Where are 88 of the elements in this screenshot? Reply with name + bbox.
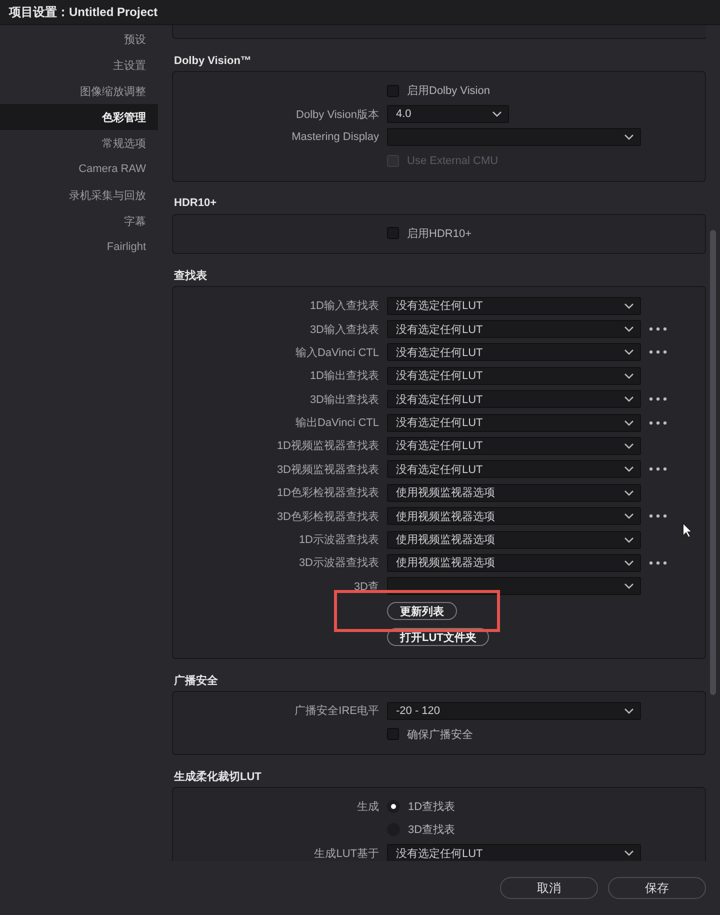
dropdown[interactable]: 没有选定任何LUT — [387, 296, 641, 315]
dropdown[interactable]: 没有选定任何LUT — [387, 366, 641, 385]
chevron-down-icon — [624, 850, 634, 856]
field-label: 1D输入查找表 — [310, 299, 379, 314]
field-label: 输入DaVinci CTL — [295, 346, 379, 360]
field-label: 生成 — [357, 800, 379, 814]
field-label: 3D示波器查找表 — [298, 556, 379, 570]
section-title: 广播安全 — [173, 674, 219, 690]
field-label: 3D视频监视器查找表 — [276, 462, 379, 477]
dropdown[interactable]: 没有选定任何LUT — [387, 460, 641, 478]
section-title: 查找表 — [173, 268, 208, 284]
radio-label: 3D查找表 — [408, 823, 456, 838]
chevron-down-icon — [624, 396, 634, 402]
sidebar-item[interactable]: 字幕 — [0, 208, 158, 234]
field-label: Mastering Display — [292, 131, 379, 144]
footer-button[interactable]: 取消 — [500, 877, 598, 899]
dropdown[interactable]: 使用视频监视器选项 — [387, 484, 641, 502]
window-title: 项目设置：Untitled Project — [9, 4, 158, 20]
checkbox[interactable] — [387, 84, 399, 97]
more-icon[interactable] — [649, 560, 667, 565]
field-label: 3D查 — [354, 580, 379, 594]
chevron-down-icon — [624, 372, 634, 379]
dropdown[interactable] — [387, 577, 641, 596]
chevron-down-icon — [624, 536, 634, 543]
section-title: 生成柔化裁切LUT — [172, 770, 262, 785]
chevron-down-icon — [624, 326, 634, 332]
dropdown[interactable]: 使用视频监视器选项 — [387, 554, 641, 572]
dropdown[interactable]: 没有选定任何LUT — [387, 390, 641, 408]
sidebar-item[interactable]: 录机采集与回放 — [0, 182, 158, 208]
more-icon[interactable] — [649, 350, 667, 354]
chevron-down-icon — [624, 513, 634, 520]
chevron-down-icon — [624, 560, 634, 566]
field-label: 广播安全IRE电平 — [294, 704, 379, 718]
more-icon[interactable] — [649, 467, 667, 472]
radio-button[interactable] — [387, 800, 400, 813]
field-label: 生成LUT基于 — [314, 846, 379, 861]
field-label: 1D示波器查找表 — [298, 533, 379, 548]
chevron-down-icon — [624, 583, 634, 590]
more-icon[interactable] — [649, 514, 667, 518]
footer-button[interactable]: 保存 — [608, 877, 706, 899]
field-label: 3D输出查找表 — [310, 392, 379, 407]
radio-label: 1D查找表 — [408, 800, 456, 814]
checkbox[interactable] — [387, 728, 399, 740]
field-label: 输出DaVinci CTL — [295, 416, 379, 430]
checkbox-label: 启用Dolby Vision — [407, 84, 490, 98]
field-label: 1D视频监视器查找表 — [276, 439, 379, 454]
section-title: Dolby Vision™ — [173, 54, 252, 68]
field-label: 3D输入查找表 — [310, 322, 379, 337]
chevron-down-icon — [624, 466, 634, 472]
pointer-icon — [682, 522, 693, 538]
field-label: 1D输出查找表 — [310, 369, 379, 384]
section-title: HDR10+ — [173, 196, 218, 212]
checkbox-label: 启用HDR10+ — [407, 226, 472, 241]
checkbox-label: 确保广播安全 — [407, 728, 473, 742]
dropdown[interactable]: 没有选定任何LUT — [387, 844, 641, 861]
chevron-down-icon — [624, 490, 634, 496]
chevron-down-icon — [624, 302, 634, 309]
scrollbar-thumb[interactable] — [710, 230, 716, 695]
checkbox[interactable] — [387, 227, 399, 240]
chevron-down-icon — [624, 349, 634, 356]
field-label: 3D色彩检视器查找表 — [276, 510, 379, 524]
sidebar-item[interactable]: 常规选项 — [0, 130, 158, 156]
field-label: 1D色彩检视器查找表 — [276, 486, 379, 500]
dropdown[interactable]: 没有选定任何LUT — [387, 436, 641, 455]
dropdown[interactable]: 4.0 — [387, 105, 509, 124]
dropdown[interactable]: 没有选定任何LUT — [387, 343, 641, 362]
sidebar-item[interactable]: 预设 — [0, 26, 158, 52]
more-icon[interactable] — [649, 397, 667, 402]
pill-button[interactable]: 更新列表 — [387, 602, 457, 620]
chevron-down-icon — [624, 420, 634, 426]
dropdown[interactable]: -20 - 120 — [387, 702, 641, 720]
chevron-down-icon — [624, 442, 634, 449]
chevron-down-icon — [492, 111, 502, 118]
dropdown[interactable]: 使用视频监视器选项 — [387, 530, 641, 549]
more-icon[interactable] — [649, 327, 667, 332]
field-label: Dolby Vision版本 — [296, 108, 379, 122]
chevron-down-icon — [624, 708, 634, 714]
sidebar-item[interactable]: 色彩管理 — [0, 104, 158, 130]
sidebar-item[interactable]: 主设置 — [0, 52, 158, 78]
dropdown[interactable]: 没有选定任何LUT — [387, 414, 641, 432]
checkbox-label: Use External CMU — [407, 154, 498, 167]
dropdown[interactable]: 使用视频监视器选项 — [387, 507, 641, 526]
sidebar-item[interactable]: Camera RAW — [0, 156, 158, 182]
chevron-down-icon — [624, 134, 634, 140]
sidebar-item[interactable]: 图像缩放调整 — [0, 78, 158, 104]
dropdown[interactable]: 没有选定任何LUT — [387, 320, 641, 338]
more-icon[interactable] — [649, 420, 667, 425]
sidebar-item[interactable]: Fairlight — [0, 234, 158, 260]
